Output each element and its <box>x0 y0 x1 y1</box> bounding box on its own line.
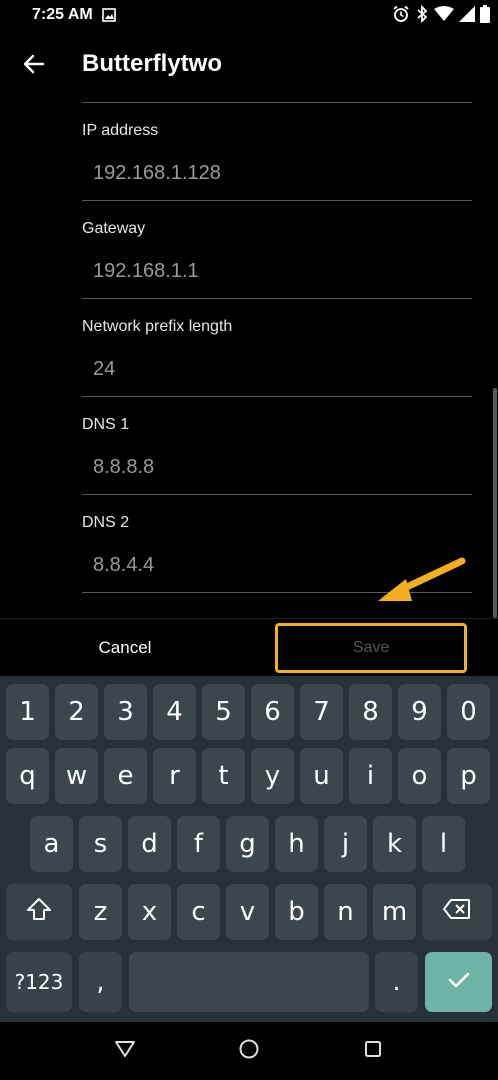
key-e[interactable]: e <box>104 748 147 804</box>
key-a[interactable]: a <box>30 816 73 872</box>
key-k[interactable]: k <box>373 816 416 872</box>
dns1-input[interactable]: 8.8.8.8 <box>93 456 154 479</box>
battery-icon <box>480 5 490 23</box>
backspace-key[interactable] <box>422 884 492 940</box>
key-x[interactable]: x <box>128 884 171 940</box>
key-m[interactable]: m <box>373 884 416 940</box>
key-9[interactable]: 9 <box>398 684 441 740</box>
key-u[interactable]: u <box>300 748 343 804</box>
key-8[interactable]: 8 <box>349 684 392 740</box>
status-time: 7:25 AM <box>32 6 93 23</box>
recents-square-icon <box>363 1039 383 1064</box>
page-title: Butterflytwo <box>82 50 222 77</box>
key-l[interactable]: l <box>422 816 465 872</box>
key-r[interactable]: r <box>153 748 196 804</box>
nav-home-button[interactable] <box>236 1038 262 1064</box>
ip-address-label: IP address <box>82 122 159 139</box>
ip-settings-form: IP address 192.168.1.128 Gateway 192.168… <box>0 98 498 618</box>
dns2-label: DNS 2 <box>82 514 130 531</box>
image-icon <box>102 8 116 27</box>
enter-key[interactable] <box>425 952 492 1012</box>
ip-address-underline <box>82 200 472 201</box>
key-g[interactable]: g <box>226 816 269 872</box>
navigation-bar <box>0 1022 498 1080</box>
key-i[interactable]: i <box>349 748 392 804</box>
key-7[interactable]: 7 <box>300 684 343 740</box>
key-f[interactable]: f <box>177 816 220 872</box>
key-t[interactable]: t <box>202 748 245 804</box>
key-j[interactable]: j <box>324 816 367 872</box>
gateway-label: Gateway <box>82 220 146 237</box>
dialog-actions: Cancel Save <box>0 618 498 677</box>
prefix-length-underline <box>82 396 472 397</box>
key-h[interactable]: h <box>275 816 318 872</box>
gateway-underline <box>82 298 472 299</box>
checkmark-icon <box>447 967 471 997</box>
key-2[interactable]: 2 <box>55 684 98 740</box>
nav-recents-button[interactable] <box>360 1038 386 1064</box>
ip-address-input[interactable]: 192.168.1.128 <box>93 162 221 185</box>
key-q[interactable]: q <box>6 748 49 804</box>
key-b[interactable]: b <box>275 884 318 940</box>
back-button[interactable] <box>14 46 54 86</box>
key-0[interactable]: 0 <box>447 684 490 740</box>
key-6[interactable]: 6 <box>251 684 294 740</box>
back-arrow-icon <box>23 53 45 80</box>
cancel-button[interactable]: Cancel <box>78 623 172 673</box>
save-button[interactable]: Save <box>275 623 467 673</box>
prefix-length-label: Network prefix length <box>82 318 233 335</box>
key-v[interactable]: v <box>226 884 269 940</box>
gateway-input[interactable]: 192.168.1.1 <box>93 260 199 283</box>
key-s[interactable]: s <box>79 816 122 872</box>
back-triangle-icon <box>114 1039 136 1064</box>
dns1-underline <box>82 494 472 495</box>
wifi-icon <box>434 6 454 22</box>
shift-icon <box>26 897 52 928</box>
key-5[interactable]: 5 <box>202 684 245 740</box>
key-y[interactable]: y <box>251 748 294 804</box>
key-d[interactable]: d <box>128 816 171 872</box>
key-z[interactable]: z <box>79 884 122 940</box>
alarm-icon <box>392 5 410 23</box>
home-circle-icon <box>238 1038 260 1065</box>
space-key[interactable] <box>129 952 369 1012</box>
status-icons <box>392 5 490 23</box>
key-c[interactable]: c <box>177 884 220 940</box>
key-4[interactable]: 4 <box>153 684 196 740</box>
scrollbar[interactable] <box>493 388 497 618</box>
key-1[interactable]: 1 <box>6 684 49 740</box>
comma-key[interactable]: , <box>79 952 122 1012</box>
dns1-label: DNS 1 <box>82 416 130 433</box>
key-o[interactable]: o <box>398 748 441 804</box>
soft-keyboard: 1 2 3 4 5 6 7 8 9 0 q w e r t y u i o p … <box>0 676 498 1022</box>
nav-back-button[interactable] <box>112 1038 138 1064</box>
symbols-key[interactable]: ?123 <box>6 952 72 1012</box>
signal-icon <box>459 6 475 22</box>
key-w[interactable]: w <box>55 748 98 804</box>
key-3[interactable]: 3 <box>104 684 147 740</box>
key-n[interactable]: n <box>324 884 367 940</box>
annotation-arrow-icon <box>370 555 470 612</box>
dns2-input[interactable]: 8.8.4.4 <box>93 554 154 577</box>
divider <box>82 102 472 103</box>
bluetooth-icon <box>415 5 429 23</box>
shift-key[interactable] <box>6 884 72 940</box>
status-bar: 7:25 AM <box>0 0 498 32</box>
backspace-icon <box>442 897 472 927</box>
prefix-length-input[interactable]: 24 <box>93 358 115 381</box>
period-key[interactable]: . <box>375 952 418 1012</box>
app-bar: Butterflytwo <box>0 32 498 98</box>
key-p[interactable]: p <box>447 748 490 804</box>
